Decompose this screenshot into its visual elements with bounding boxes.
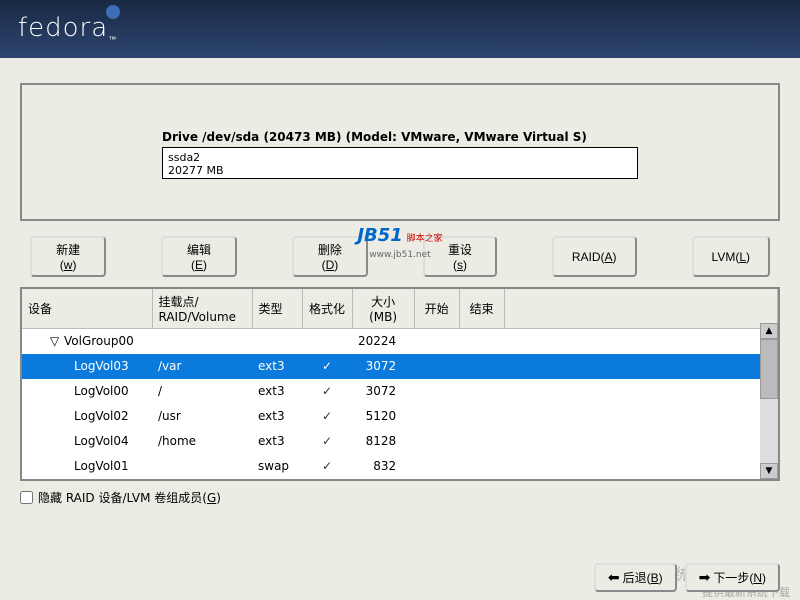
table-row[interactable]: LogVol01 swap✓832	[22, 454, 778, 479]
cell-end	[459, 404, 504, 429]
cell-mount: /home	[152, 429, 252, 454]
table-row[interactable]: ▽VolGroup00 20224	[22, 329, 778, 354]
cell-size: 5120	[352, 404, 414, 429]
cell-size: 3072	[352, 379, 414, 404]
table-row[interactable]: LogVol04/homeext3✓8128	[22, 429, 778, 454]
cell-format: ✓	[302, 354, 352, 379]
cell-format: ✓	[302, 429, 352, 454]
tree-toggle-icon[interactable]: ▽	[50, 334, 60, 348]
scroll-thumb[interactable]	[760, 339, 778, 399]
cell-end	[459, 429, 504, 454]
cell-size: 20224	[352, 329, 414, 354]
cell-start	[414, 454, 459, 479]
scroll-down-icon[interactable]: ▼	[760, 463, 778, 479]
partition-name: ssda2	[168, 151, 632, 164]
back-button[interactable]: ⬅ 后退(B)	[594, 563, 677, 592]
cell-device: LogVol01	[22, 454, 152, 479]
cell-mount: /usr	[152, 404, 252, 429]
vertical-scrollbar[interactable]: ▲ ▼	[760, 323, 778, 479]
col-start[interactable]: 开始	[414, 289, 459, 329]
cell-device: LogVol02	[22, 404, 152, 429]
cell-type: ext3	[252, 404, 302, 429]
cell-device: ▽VolGroup00	[22, 329, 152, 354]
cell-start	[414, 379, 459, 404]
edit-button[interactable]: 编辑(E)	[161, 236, 237, 277]
scroll-up-icon[interactable]: ▲	[760, 323, 778, 339]
cell-end	[459, 454, 504, 479]
cell-device: LogVol03	[22, 354, 152, 379]
arrow-left-icon: ⬅	[608, 569, 620, 586]
cell-type	[252, 329, 302, 354]
partition-size: 20277 MB	[168, 164, 632, 177]
drive-partition-box[interactable]: ssda2 20277 MB	[162, 147, 638, 179]
hide-raid-label: 隐藏 RAID 设备/LVM 卷组成员(G)	[38, 489, 221, 506]
cell-mount	[152, 329, 252, 354]
header: fedora™	[0, 0, 800, 58]
cell-start	[414, 329, 459, 354]
cell-type: ext3	[252, 429, 302, 454]
cell-type: ext3	[252, 354, 302, 379]
cell-mount: /var	[152, 354, 252, 379]
fedora-logo: fedora™	[18, 13, 117, 44]
col-format[interactable]: 格式化	[302, 289, 352, 329]
cell-size: 832	[352, 454, 414, 479]
drive-title: Drive /dev/sda (20473 MB) (Model: VMware…	[162, 130, 638, 144]
cell-device: LogVol00	[22, 379, 152, 404]
next-button[interactable]: ➡ 下一步(N)	[685, 563, 780, 592]
cell-format: ✓	[302, 379, 352, 404]
cell-format: ✓	[302, 454, 352, 479]
cell-size: 3072	[352, 354, 414, 379]
cell-end	[459, 329, 504, 354]
col-end[interactable]: 结束	[459, 289, 504, 329]
col-device[interactable]: 设备	[22, 289, 152, 329]
col-spacer	[504, 289, 777, 329]
footer-buttons: ⬅ 后退(B) ➡ 下一步(N)	[594, 563, 780, 592]
cell-type: swap	[252, 454, 302, 479]
col-size[interactable]: 大小(MB)	[352, 289, 414, 329]
cell-format: ✓	[302, 404, 352, 429]
col-mount[interactable]: 挂载点/RAID/Volume	[152, 289, 252, 329]
cell-end	[459, 354, 504, 379]
cell-end	[459, 379, 504, 404]
table-row[interactable]: LogVol00/ext3✓3072	[22, 379, 778, 404]
cell-mount	[152, 454, 252, 479]
cell-size: 8128	[352, 429, 414, 454]
table-header-row: 设备 挂载点/RAID/Volume 类型 格式化 大小(MB) 开始 结束	[22, 289, 778, 329]
lvm-button[interactable]: LVM(L)	[692, 236, 770, 277]
hide-raid-checkbox[interactable]	[20, 491, 33, 504]
arrow-right-icon: ➡	[699, 569, 711, 586]
cell-mount: /	[152, 379, 252, 404]
new-button[interactable]: 新建(w)	[30, 236, 106, 277]
drive-info-panel: Drive /dev/sda (20473 MB) (Model: VMware…	[20, 83, 780, 221]
cell-start	[414, 404, 459, 429]
raid-button[interactable]: RAID(A)	[552, 236, 637, 277]
cell-start	[414, 429, 459, 454]
hide-raid-option: 隐藏 RAID 设备/LVM 卷组成员(G)	[20, 489, 780, 506]
cell-type: ext3	[252, 379, 302, 404]
watermark: JB51 脚本之家 www.jb51.net	[357, 225, 442, 260]
table-row[interactable]: LogVol03/varext3✓3072	[22, 354, 778, 379]
cell-device: LogVol04	[22, 429, 152, 454]
main-content: Drive /dev/sda (20473 MB) (Model: VMware…	[0, 58, 800, 231]
col-type[interactable]: 类型	[252, 289, 302, 329]
table-row[interactable]: LogVol02/usrext3✓5120	[22, 404, 778, 429]
partition-table: 设备 挂载点/RAID/Volume 类型 格式化 大小(MB) 开始 结束 ▽…	[20, 287, 780, 481]
cell-format	[302, 329, 352, 354]
cell-start	[414, 354, 459, 379]
